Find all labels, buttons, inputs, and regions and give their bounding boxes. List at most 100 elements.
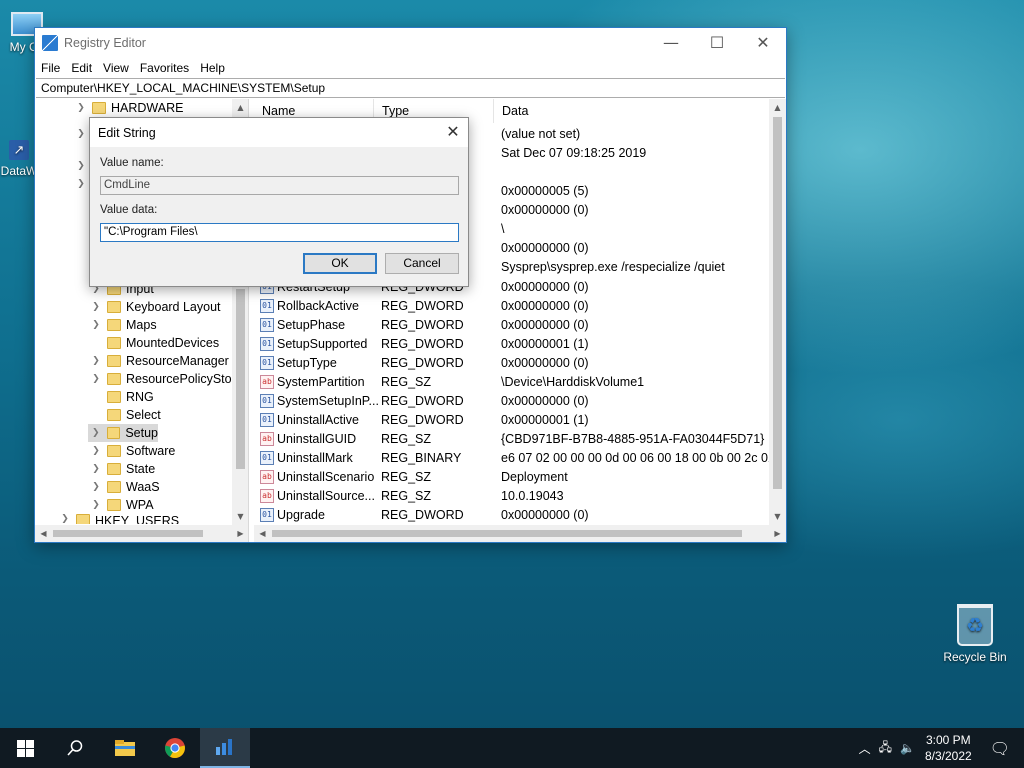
- tree-item-collapsed[interactable]: ❯: [73, 125, 89, 143]
- dialog-close-button[interactable]: ✕: [438, 118, 468, 147]
- cancel-button[interactable]: Cancel: [385, 253, 459, 274]
- registry-editor-taskbar-button[interactable]: [200, 728, 250, 768]
- scroll-left-arrow-icon[interactable]: ◀: [35, 525, 52, 542]
- search-button[interactable]: [50, 728, 100, 768]
- close-button[interactable]: ✕: [740, 28, 786, 58]
- chevron-right-icon[interactable]: ❯: [88, 446, 104, 456]
- scroll-down-arrow-icon[interactable]: ▼: [769, 508, 786, 525]
- scroll-thumb[interactable]: [236, 289, 245, 469]
- string-value-icon: ab: [260, 469, 274, 484]
- title-bar[interactable]: Registry Editor — ☐ ✕: [35, 28, 786, 58]
- table-row[interactable]: 01 SetupType REG_DWORD 0x00000000 (0): [258, 353, 589, 372]
- chevron-right-icon[interactable]: ❯: [57, 514, 73, 524]
- desktop-icon-recycle-bin[interactable]: ♻ Recycle Bin: [940, 604, 1010, 664]
- value-data-input[interactable]: "C:\Program Files\: [100, 223, 459, 242]
- tree-item-setup[interactable]: ❯ Setup: [88, 424, 158, 442]
- start-button[interactable]: [0, 728, 50, 768]
- chevron-right-icon[interactable]: ❯: [88, 428, 104, 438]
- volume-icon[interactable]: 🔈: [896, 741, 919, 755]
- system-tray: ︿ 🖧 🔈 3:00 PM 8/3/2022 🗨: [855, 728, 1024, 768]
- string-value-icon: ab: [260, 488, 274, 503]
- scroll-up-arrow-icon[interactable]: ▲: [232, 99, 248, 116]
- table-row[interactable]: 01 UninstallMark REG_BINARY e6 07 02 00 00 …: [258, 448, 775, 467]
- column-header-data[interactable]: Data: [494, 99, 751, 123]
- menu-help[interactable]: Help: [196, 61, 232, 75]
- notifications-icon[interactable]: 🗨: [980, 739, 1024, 758]
- registry-editor-icon: [42, 35, 58, 51]
- table-row[interactable]: ab SystemPartition REG_SZ \Device\HarddiskV…: [258, 372, 644, 391]
- tree-item-waas[interactable]: ❯ WaaS: [88, 478, 159, 496]
- chevron-right-icon[interactable]: ❯: [88, 464, 104, 474]
- scroll-left-arrow-icon[interactable]: ◀: [254, 525, 271, 542]
- folder-icon: [107, 499, 121, 511]
- chrome-button[interactable]: [150, 728, 200, 768]
- scroll-thumb[interactable]: [773, 117, 782, 489]
- clock[interactable]: 3:00 PM 8/3/2022: [919, 732, 980, 764]
- scroll-right-arrow-icon[interactable]: ▶: [769, 525, 786, 542]
- menu-view[interactable]: View: [99, 61, 136, 75]
- chevron-right-icon[interactable]: ❯: [88, 302, 104, 312]
- menu-file[interactable]: File: [37, 61, 67, 75]
- chevron-right-icon[interactable]: ❯: [73, 103, 89, 113]
- chevron-right-icon[interactable]: ❯: [88, 356, 104, 366]
- maximize-button[interactable]: ☐: [694, 28, 740, 58]
- tree-item-hkey-users[interactable]: ❯ HKEY_USERS: [57, 514, 179, 524]
- chevron-right-icon[interactable]: ❯: [73, 161, 89, 171]
- table-row[interactable]: ab UninstallGUID REG_SZ {CBD971BF-B7B8-4885…: [258, 429, 764, 448]
- folder-icon: [107, 355, 121, 367]
- tree-item-state[interactable]: ❯ State: [88, 460, 155, 478]
- tree-horizontal-scrollbar[interactable]: ◀ ▶: [35, 525, 248, 542]
- ok-button[interactable]: OK: [303, 253, 377, 274]
- list-vertical-scrollbar[interactable]: ▲ ▼: [769, 99, 786, 525]
- tree-item-mounteddevices[interactable]: MountedDevices: [88, 334, 219, 352]
- tree-item-rng[interactable]: RNG: [88, 388, 154, 406]
- chevron-right-icon[interactable]: ❯: [88, 500, 104, 510]
- chevron-right-icon[interactable]: ❯: [88, 320, 104, 330]
- minimize-button[interactable]: —: [648, 28, 694, 58]
- file-explorer-button[interactable]: [100, 728, 150, 768]
- folder-icon: [107, 391, 121, 403]
- value-data-cell: (value not set): [501, 127, 581, 141]
- table-row[interactable]: 01 RollbackActive REG_DWORD 0x00000000 (0): [258, 296, 589, 315]
- tree-item-collapsed[interactable]: ❯: [73, 157, 89, 175]
- tree-item-label: Select: [126, 408, 161, 422]
- table-row[interactable]: 01 SetupPhase REG_DWORD 0x00000000 (0): [258, 315, 589, 334]
- app-shortcut-icon: ↗: [9, 140, 29, 160]
- tree-item-software[interactable]: ❯ Software: [88, 442, 175, 460]
- scroll-right-arrow-icon[interactable]: ▶: [232, 525, 248, 542]
- table-row[interactable]: ab UninstallScenario REG_SZ Deployment: [258, 467, 568, 486]
- table-row[interactable]: 01 SetupSupported REG_DWORD 0x00000001 (1): [258, 334, 589, 353]
- scroll-thumb[interactable]: [53, 530, 203, 537]
- tree-item-expanded[interactable]: ❯: [73, 175, 89, 193]
- table-row[interactable]: 01 SystemSetupInP... REG_DWORD 0x00000000 (…: [258, 391, 589, 410]
- value-data-cell: 0x00000000 (0): [501, 241, 589, 255]
- tree-item-resourcemanager[interactable]: ❯ ResourceManager: [88, 352, 229, 370]
- scroll-down-arrow-icon[interactable]: ▼: [232, 508, 248, 525]
- chevron-right-icon[interactable]: ❯: [88, 482, 104, 492]
- tree-item-label: Keyboard Layout: [126, 300, 221, 314]
- chevron-up-icon[interactable]: ︿: [855, 740, 875, 757]
- chevron-down-icon[interactable]: ❯: [73, 179, 89, 189]
- chevron-right-icon[interactable]: ❯: [73, 129, 89, 139]
- folder-icon: [106, 427, 121, 439]
- tree-item-maps[interactable]: ❯ Maps: [88, 316, 156, 334]
- table-row[interactable]: ab UninstallSource... REG_SZ 10.0.19043: [258, 486, 564, 505]
- search-icon: [67, 740, 83, 756]
- tree-item-select[interactable]: Select: [88, 406, 161, 424]
- dialog-title-bar[interactable]: Edit String: [90, 118, 468, 147]
- chevron-right-icon[interactable]: ❯: [88, 374, 104, 384]
- tree-item-keyboard-layout[interactable]: ❯ Keyboard Layout: [88, 298, 221, 316]
- tree-item-hardware[interactable]: ❯ HARDWARE: [73, 99, 183, 117]
- tree-item-wpa[interactable]: ❯ WPA: [88, 496, 153, 514]
- table-row[interactable]: 01 Upgrade REG_DWORD 0x00000000 (0): [258, 505, 589, 524]
- network-icon[interactable]: 🖧: [875, 738, 896, 759]
- scroll-thumb[interactable]: [272, 530, 742, 537]
- tree-item-resourcepolicystore[interactable]: ❯ ResourcePolicyStore: [88, 370, 243, 388]
- table-row[interactable]: 01 UninstallActive REG_DWORD 0x00000001 (1): [258, 410, 589, 429]
- menu-edit[interactable]: Edit: [67, 61, 99, 75]
- address-bar[interactable]: Computer\HKEY_LOCAL_MACHINE\SYSTEM\Setup: [36, 78, 785, 98]
- value-name-field: CmdLine: [100, 176, 459, 195]
- list-horizontal-scrollbar[interactable]: ◀ ▶: [254, 525, 786, 542]
- scroll-up-arrow-icon[interactable]: ▲: [769, 99, 786, 116]
- menu-favorites[interactable]: Favorites: [136, 61, 196, 75]
